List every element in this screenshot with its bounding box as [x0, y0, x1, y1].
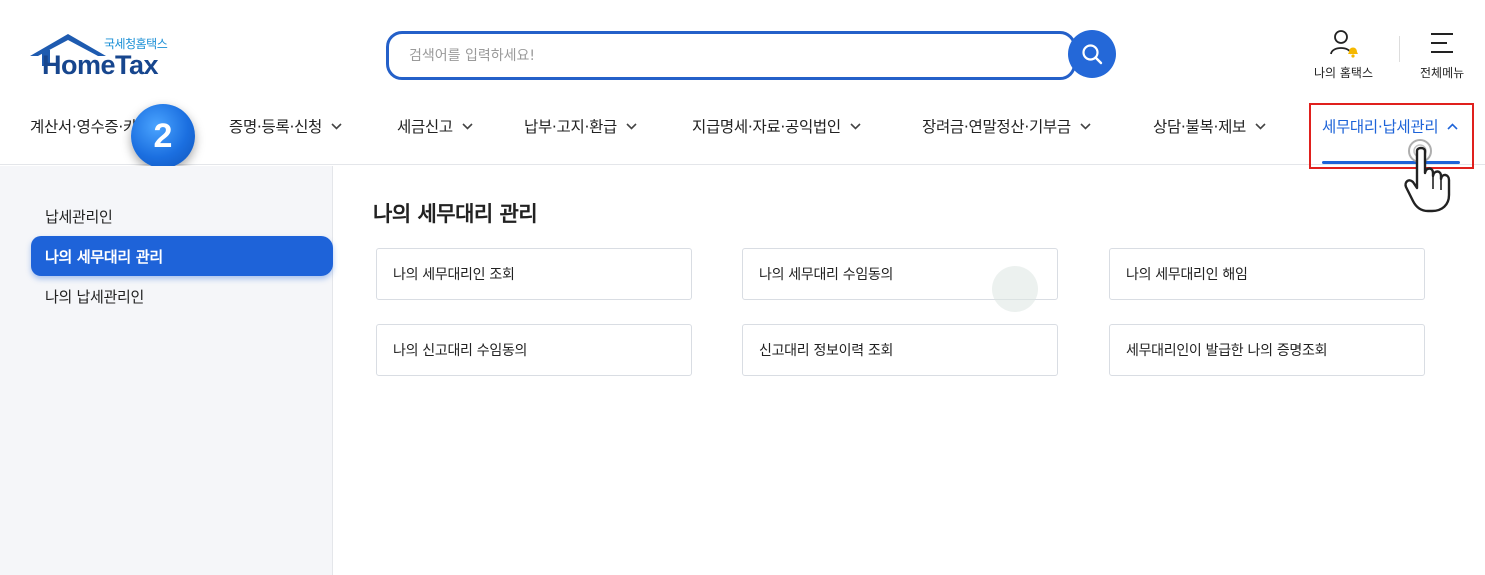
gnb-label: 상담·불복·제보 [1153, 118, 1247, 136]
gnb-label: 증명·등록·신청 [229, 118, 323, 136]
chevron-down-icon [331, 122, 342, 130]
gnb-item-incentive[interactable]: 장려금·연말정산·기부금 [922, 114, 1091, 138]
user-bell-icon [1329, 30, 1358, 58]
chevron-down-icon [1080, 122, 1091, 130]
search-button[interactable] [1068, 30, 1116, 78]
hamburger-menu-icon [1431, 33, 1454, 53]
chevron-down-icon [462, 122, 473, 130]
search-icon [1082, 44, 1103, 65]
all-menu-label: 전체메뉴 [1420, 66, 1465, 80]
chevron-down-icon [1255, 122, 1266, 130]
gnb-label: 장려금·연말정산·기부금 [922, 118, 1071, 136]
side-item-tax-manager[interactable]: 납세관리인 [31, 196, 333, 236]
hometax-logo[interactable]: 국세청홈택스 HomeTax [28, 30, 188, 82]
search-input[interactable] [409, 45, 1049, 67]
menu-card-label: 나의 세무대리인 해임 [1126, 267, 1248, 283]
search-bar [386, 31, 1076, 80]
gnb-label: 납부·고지·환급 [524, 118, 618, 136]
chevron-down-icon [626, 122, 637, 130]
menu-card-filing-consent[interactable]: 나의 신고대리 수임동의 [376, 324, 692, 376]
gnb-label: 지급명세·자료·공익법인 [692, 118, 841, 136]
menu-card-label: 나의 신고대리 수임동의 [393, 343, 528, 359]
chevron-down-icon [850, 122, 861, 130]
side-item-label: 납세관리인 [45, 207, 113, 226]
menu-card-agent-lookup[interactable]: 나의 세무대리인 조회 [376, 248, 692, 300]
menu-card-label: 신고대리 정보이력 조회 [759, 343, 894, 359]
menu-card-filing-history[interactable]: 신고대리 정보이력 조회 [742, 324, 1058, 376]
gnb-item-payment[interactable]: 납부·고지·환급 [524, 114, 637, 138]
side-item-my-tax-manager[interactable]: 나의 납세관리인 [31, 276, 333, 316]
gnb-item-certificate[interactable]: 증명·등록·신청 [229, 114, 342, 138]
site-header: 국세청홈택스 HomeTax 나의 홈택스 전체메뉴 계산서·영수증·카드 [0, 0, 1485, 169]
gnb-item-tax-return[interactable]: 세금신고 [397, 114, 473, 138]
side-item-label: 나의 세무대리 관리 [45, 247, 163, 266]
click-ripple [992, 266, 1038, 312]
gnb-item-statement[interactable]: 지급명세·자료·공익법인 [692, 114, 861, 138]
logo-wordmark: HomeTax [42, 50, 159, 80]
utility-divider [1399, 36, 1400, 62]
side-item-label: 나의 납세관리인 [45, 287, 144, 306]
gnb-label: 세금신고 [397, 118, 453, 136]
step-number-badge: 2 [131, 104, 195, 168]
my-hometax-link[interactable]: 나의 홈택스 [1314, 28, 1373, 81]
all-menu-button[interactable]: 전체메뉴 [1420, 28, 1464, 81]
menu-card-label: 나의 세무대리 수임동의 [759, 267, 894, 283]
pointing-hand-icon [1404, 139, 1451, 213]
side-menu: 납세관리인 나의 세무대리 관리 나의 납세관리인 [0, 166, 333, 575]
menu-card-agent-certificates[interactable]: 세무대리인이 발급한 나의 증명조회 [1109, 324, 1425, 376]
my-hometax-label: 나의 홈택스 [1314, 66, 1374, 80]
gnb-item-consultation[interactable]: 상담·불복·제보 [1153, 114, 1266, 138]
page-title: 나의 세무대리 관리 [373, 202, 538, 226]
menu-card-label: 나의 세무대리인 조회 [393, 267, 515, 283]
menu-card-label: 세무대리인이 발급한 나의 증명조회 [1126, 343, 1328, 359]
menu-card-agent-dismissal[interactable]: 나의 세무대리인 해임 [1109, 248, 1425, 300]
side-item-my-tax-agent[interactable]: 나의 세무대리 관리 [31, 236, 333, 276]
